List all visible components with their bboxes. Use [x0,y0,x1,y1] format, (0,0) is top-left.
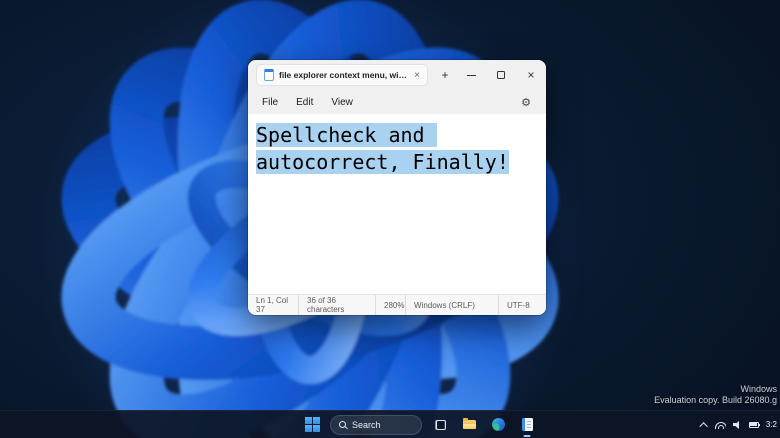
taskbar-clock[interactable]: 3:2 [766,420,777,429]
file-explorer-button[interactable] [458,412,480,438]
tab-file-explorer-context-menu[interactable]: file explorer context menu, window × [256,64,428,86]
watermark-line2: Evaluation copy. Build 26080.g [654,395,777,406]
notepad-app-icon [522,418,533,431]
titlebar[interactable]: file explorer context menu, window × + × [248,60,546,90]
minimize-icon [467,75,476,76]
menu-file[interactable]: File [254,94,286,111]
status-line-ending: Windows (CRLF) [405,295,498,315]
taskbar: Search 3:2 [0,410,780,438]
selected-text: autocorrect, Finally! [256,150,509,174]
editor-line: Spellcheck and [256,122,538,149]
statusbar: Ln 1, Col 37 36 of 36 characters 280% Wi… [248,294,546,315]
windows-logo-icon [305,417,320,432]
notepad-window: file explorer context menu, window × + ×… [248,60,546,315]
menu-view[interactable]: View [323,94,361,111]
text-editor[interactable]: Spellcheck and autocorrect, Finally! [248,114,546,294]
taskbar-search[interactable]: Search [330,415,422,435]
search-label: Search [352,420,381,430]
close-button[interactable]: × [516,60,546,90]
taskbar-center-group: Search [301,411,538,438]
edge-icon [492,418,505,431]
minimize-button[interactable] [456,60,486,90]
maximize-icon [497,71,505,79]
search-icon [339,421,346,428]
editor-line: autocorrect, Finally! [256,149,538,176]
notepad-taskbar-button[interactable] [516,412,538,438]
maximize-button[interactable] [486,60,516,90]
battery-icon[interactable] [749,422,759,428]
watermark: Windows Evaluation copy. Build 26080.g [654,384,777,406]
tab-close-icon[interactable]: × [414,70,420,81]
task-view-button[interactable] [429,412,451,438]
watermark-line1: Windows [654,384,777,395]
folder-icon [463,420,476,429]
volume-icon[interactable] [733,421,742,429]
network-icon[interactable] [715,421,726,429]
close-icon: × [527,69,534,81]
tab-title: file explorer context menu, window [279,70,407,80]
system-tray: 3:2 [702,411,780,438]
menu-edit[interactable]: Edit [288,94,321,111]
menubar: File Edit View ⚙ [248,90,546,114]
settings-gear-icon[interactable]: ⚙ [512,96,540,109]
new-tab-button[interactable]: + [436,66,454,84]
tray-chevron-up-icon[interactable] [699,422,707,430]
status-character-count: 36 of 36 characters [298,295,375,315]
status-zoom-level[interactable]: 280% [375,295,405,315]
start-button[interactable] [301,412,323,438]
edge-button[interactable] [487,412,509,438]
notepad-icon [264,69,274,81]
status-cursor-position: Ln 1, Col 37 [248,295,298,315]
task-view-icon [435,420,446,430]
selected-text: Spellcheck and [256,123,437,147]
status-encoding: UTF-8 [498,295,546,315]
